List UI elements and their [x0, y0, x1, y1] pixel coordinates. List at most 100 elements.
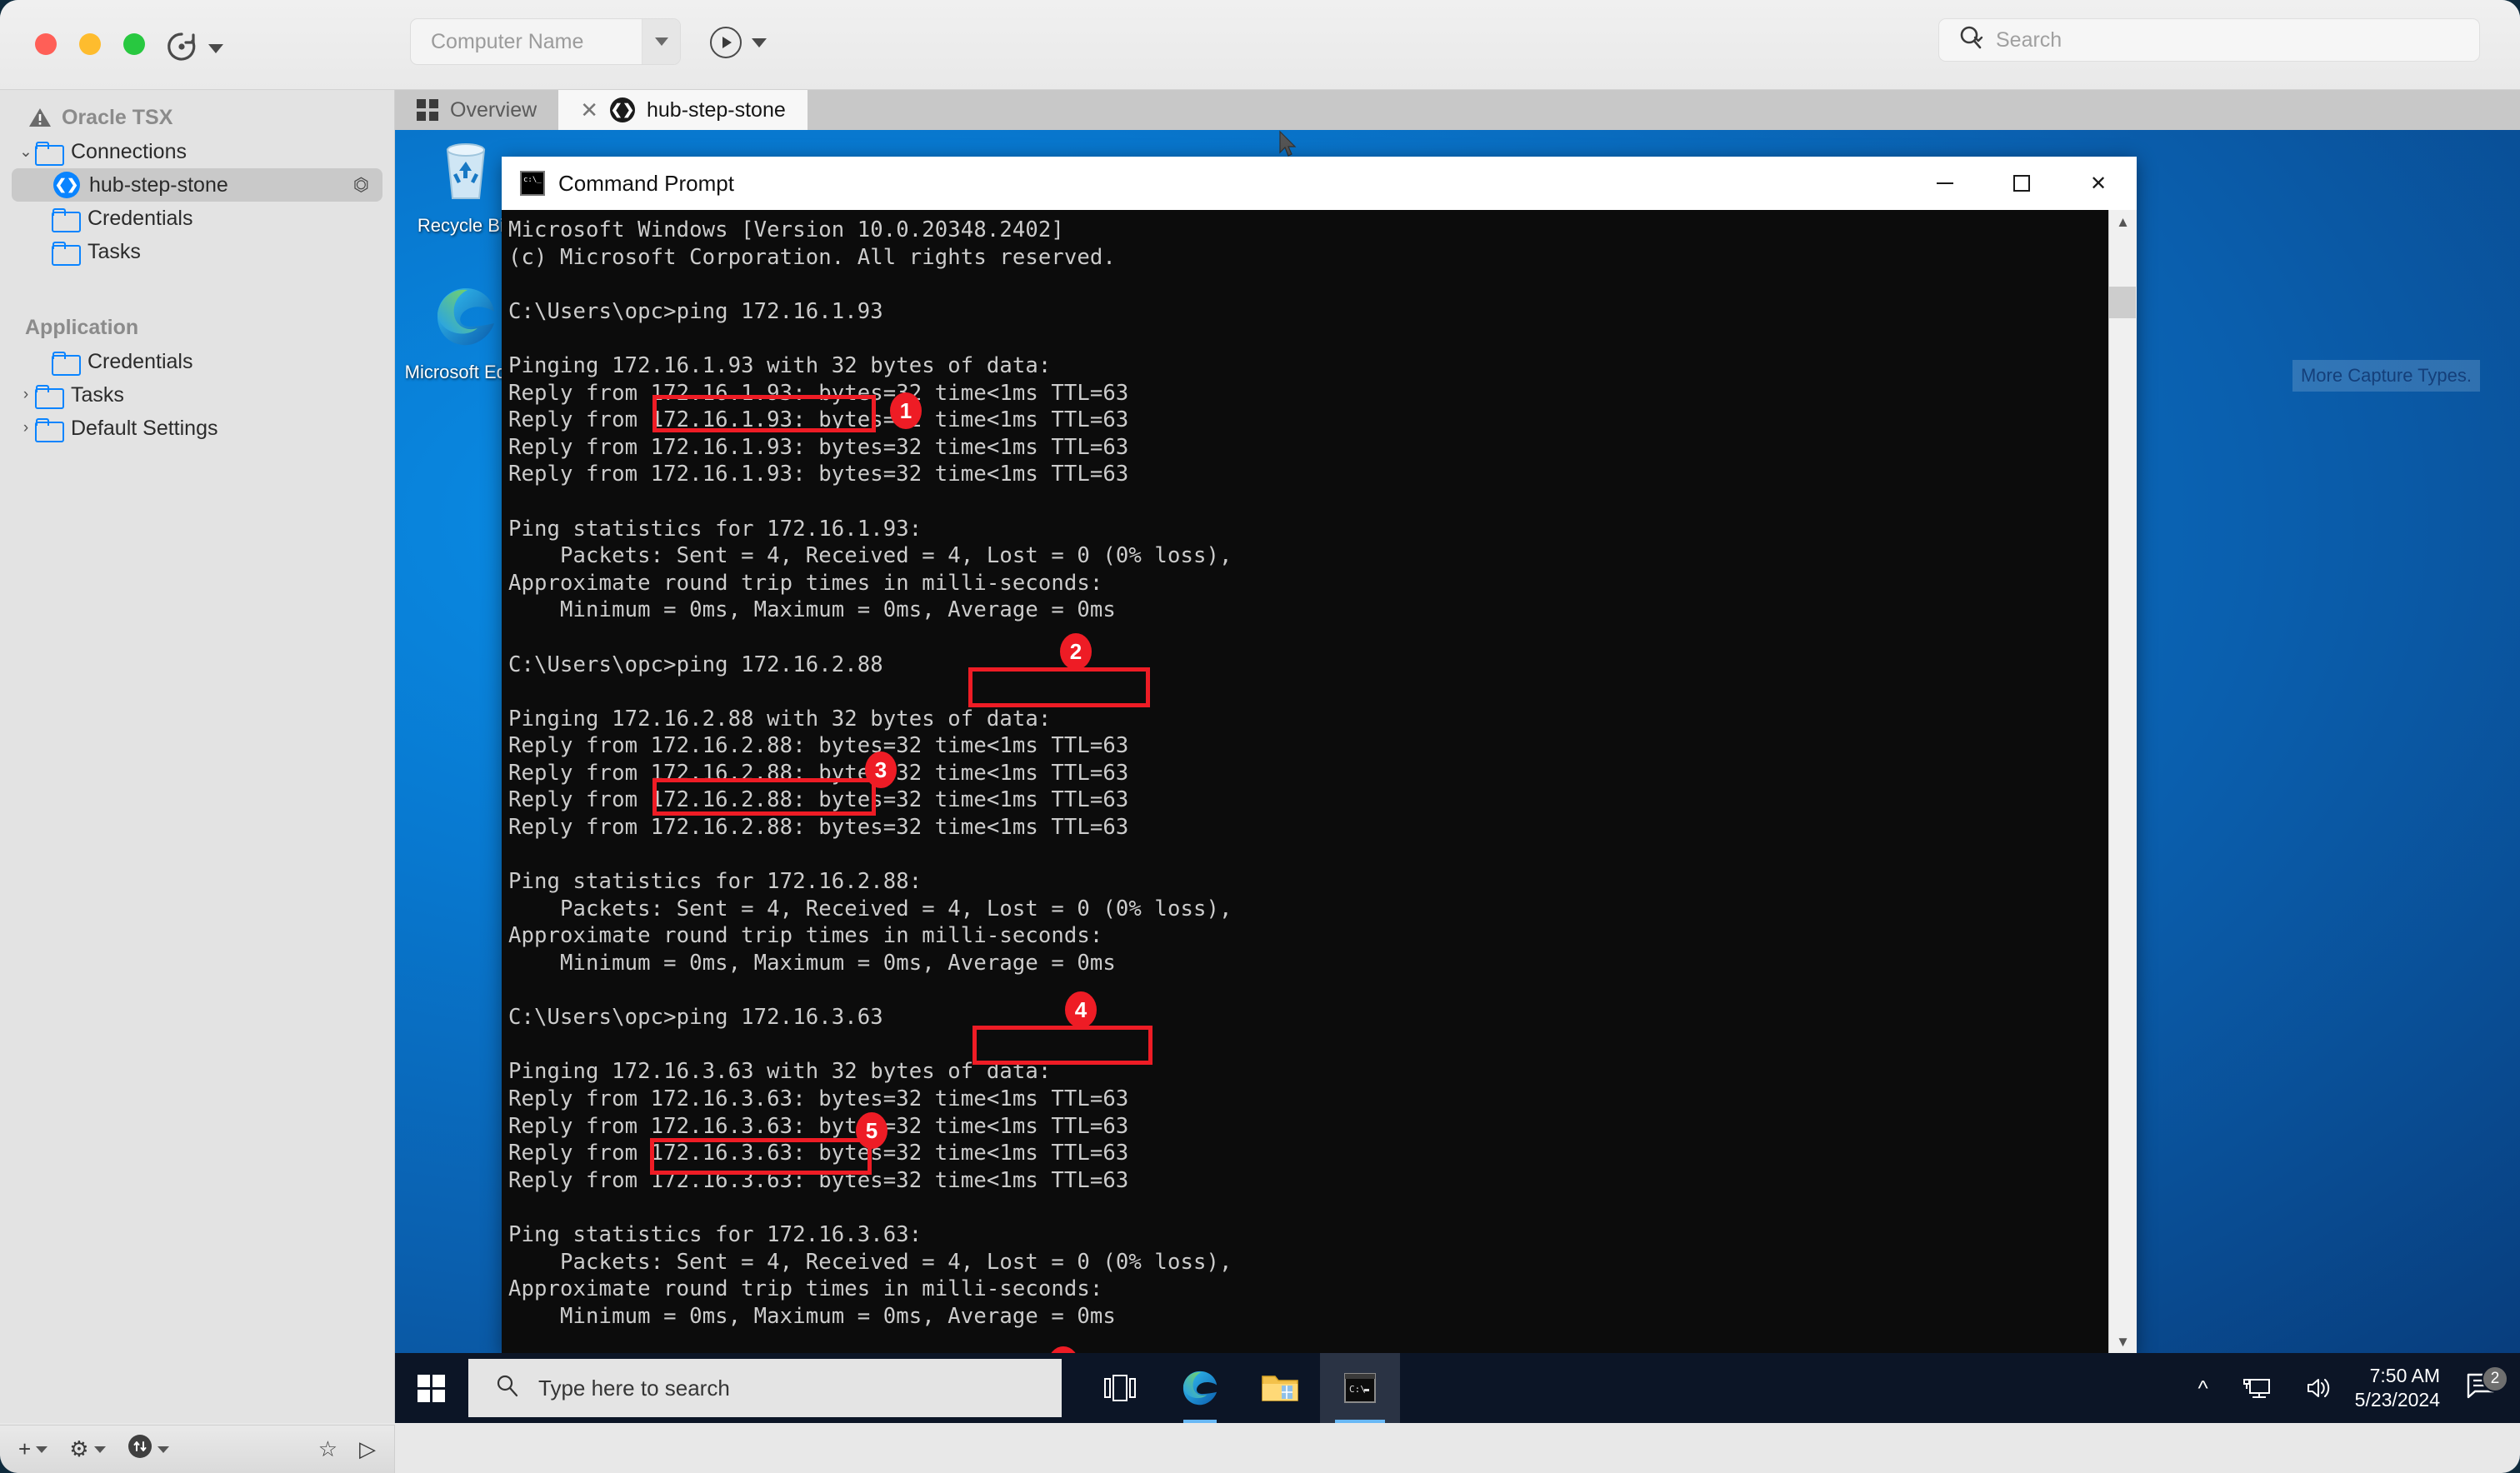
chevron-down-icon[interactable] — [94, 1446, 106, 1453]
taskbar-clock[interactable]: 7:50 AM 5/23/2024 — [2350, 1364, 2458, 1412]
taskbar-search-box[interactable]: Type here to search — [468, 1359, 1062, 1417]
annotation-number-4: 4 — [1065, 991, 1097, 1028]
gear-icon[interactable]: ⚙ — [69, 1436, 88, 1462]
clock-date: 5/23/2024 — [2355, 1388, 2440, 1412]
start-button[interactable] — [395, 1353, 468, 1423]
windows-taskbar: Type here to search — [395, 1353, 2520, 1423]
chevron-down-icon[interactable] — [642, 19, 680, 64]
command-prompt-titlebar[interactable]: Command Prompt ✕ — [502, 157, 2137, 210]
terminal-scrollbar[interactable]: ▲ ▼ — [2108, 210, 2137, 1355]
folder-icon — [52, 208, 78, 229]
close-button[interactable]: ✕ — [2060, 157, 2137, 210]
network-icon[interactable] — [2225, 1376, 2288, 1401]
search-field[interactable]: Search — [1938, 18, 2480, 62]
notification-center-button[interactable]: 2 — [2458, 1371, 2520, 1406]
grid-icon — [417, 99, 438, 121]
screen-root: Computer Name Search — [0, 0, 2520, 1473]
annotation-number-1: 1 — [890, 392, 922, 429]
play-icon[interactable] — [710, 27, 742, 58]
clock-time: 7:50 AM — [2355, 1364, 2440, 1388]
chevron-right-icon[interactable]: › — [17, 386, 35, 404]
warning-icon — [28, 107, 52, 128]
sidebar-item-label: Credentials — [88, 350, 192, 374]
command-prompt-icon — [520, 171, 545, 196]
taskbar-edge-icon[interactable] — [1160, 1353, 1240, 1423]
sidebar-item-label: Default Settings — [71, 417, 218, 441]
sidebar-item-connections[interactable]: ⌄ Connections — [0, 135, 394, 168]
sidebar-item-label: hub-step-stone — [89, 173, 228, 197]
maximize-button[interactable] — [1983, 157, 2060, 210]
sidebar-item-tasks[interactable]: Tasks — [0, 235, 394, 268]
transfer-icon[interactable] — [128, 1434, 152, 1465]
desktop-icon-label: Recycle Bin — [418, 215, 514, 236]
tab-label: hub-step-stone — [647, 98, 786, 122]
sidebar-root-header: Oracle TSX — [0, 100, 394, 135]
chevron-down-icon[interactable] — [752, 38, 767, 47]
folder-icon — [52, 352, 78, 372]
computer-name-input[interactable]: Computer Name — [411, 30, 642, 54]
search-input[interactable]: Search — [1996, 28, 2062, 52]
close-icon[interactable]: ✕ — [580, 97, 598, 123]
transfer-button[interactable] — [128, 1434, 169, 1465]
tab-overview[interactable]: Overview — [395, 90, 558, 130]
sidebar-item-label: Credentials — [88, 207, 192, 231]
refresh-dropdown-group[interactable] — [165, 30, 223, 67]
mac-titlebar: Computer Name Search — [0, 0, 2520, 90]
chevron-down-icon[interactable] — [36, 1446, 48, 1453]
terminal-output[interactable]: Microsoft Windows [Version 10.0.20348.24… — [502, 210, 2108, 1355]
scrollbar-thumb[interactable] — [2109, 287, 2136, 318]
show-hidden-icons-button[interactable]: ^ — [2181, 1376, 2224, 1401]
folder-icon — [52, 242, 78, 262]
run-play-button[interactable]: ▷ — [359, 1436, 376, 1462]
connection-badge-icon: ❮❯ — [610, 97, 635, 122]
plus-icon[interactable]: + — [18, 1436, 31, 1462]
sidebar-section-application: Application — [0, 310, 394, 345]
taskbar-search-input[interactable]: Type here to search — [538, 1376, 730, 1401]
mac-app-window: Computer Name Search — [0, 0, 2520, 1473]
capture-tooltip: More Capture Types. — [2292, 360, 2480, 392]
sidebar-item-label: Tasks — [88, 240, 141, 264]
zoom-window-button[interactable] — [123, 33, 145, 55]
svg-text:C:\: C:\ — [1349, 1384, 1366, 1395]
folder-icon — [35, 418, 62, 439]
tab-hub-step-stone[interactable]: ✕ ❮❯ hub-step-stone — [558, 90, 808, 130]
remote-desktop-viewport[interactable]: Recycle Bin — [395, 130, 2520, 1423]
sidebar: Oracle TSX ⌄ Connections ❮❯ hub-step-sto… — [0, 90, 395, 1423]
computer-name-combo[interactable]: Computer Name — [410, 18, 681, 65]
sidebar-root-label: Oracle TSX — [62, 106, 172, 130]
sidebar-item-default-settings[interactable]: › Default Settings — [0, 412, 394, 445]
sidebar-item-hub-step-stone[interactable]: ❮❯ hub-step-stone ⏣ — [12, 168, 382, 202]
window-buttons: ✕ — [1907, 157, 2137, 210]
command-prompt-body[interactable]: Microsoft Windows [Version 10.0.20348.24… — [502, 210, 2137, 1355]
traffic-lights — [35, 33, 145, 55]
minimize-window-button[interactable] — [79, 33, 101, 55]
scroll-up-icon[interactable]: ▲ — [2116, 210, 2130, 235]
chevron-down-icon[interactable] — [158, 1446, 169, 1453]
sidebar-section-label: Application — [25, 316, 138, 340]
command-prompt-window[interactable]: Command Prompt ✕ Microsoft Windows [Vers… — [502, 157, 2137, 1355]
command-prompt-title: Command Prompt — [558, 171, 734, 197]
connect-button-group[interactable] — [710, 27, 767, 58]
sidebar-item-app-tasks[interactable]: › Tasks — [0, 378, 394, 412]
volume-icon[interactable] — [2288, 1376, 2350, 1401]
add-button[interactable]: + — [18, 1436, 48, 1462]
taskbar-buttons: C:\ — [1080, 1353, 1400, 1423]
settings-button[interactable]: ⚙ — [69, 1436, 105, 1462]
annotation-number-2: 2 — [1060, 633, 1092, 670]
sidebar-item-app-credentials[interactable]: Credentials — [0, 345, 394, 378]
taskbar-command-prompt-icon[interactable]: C:\ — [1320, 1353, 1400, 1423]
sidebar-item-credentials[interactable]: Credentials — [0, 202, 394, 235]
connection-icon: ❮❯ — [53, 172, 80, 198]
favorite-star-button[interactable]: ☆ — [318, 1436, 338, 1462]
minimize-button[interactable] — [1907, 157, 1983, 210]
chevron-down-icon[interactable] — [208, 44, 223, 53]
chevron-right-icon[interactable]: › — [17, 419, 35, 437]
notification-badge: 2 — [2482, 1366, 2508, 1392]
task-view-icon[interactable] — [1080, 1353, 1160, 1423]
taskbar-file-explorer-icon[interactable] — [1240, 1353, 1320, 1423]
eject-icon[interactable]: ⏣ — [353, 174, 369, 196]
scroll-down-icon[interactable]: ▼ — [2116, 1330, 2130, 1355]
close-window-button[interactable] — [35, 33, 57, 55]
refresh-icon[interactable] — [165, 30, 198, 67]
chevron-down-icon[interactable]: ⌄ — [17, 142, 35, 162]
